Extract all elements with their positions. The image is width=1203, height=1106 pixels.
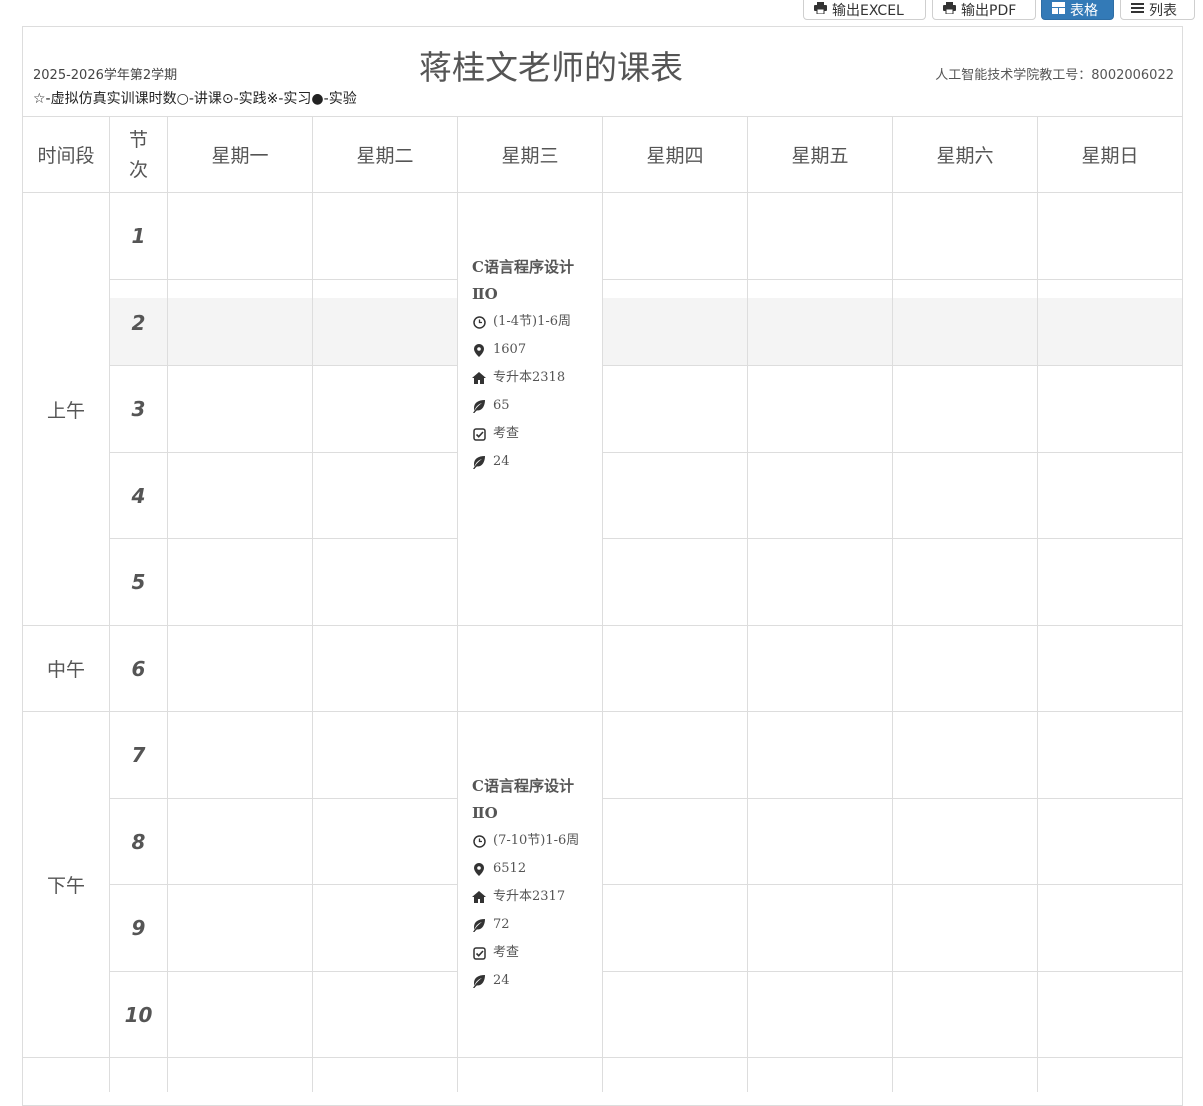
grid-line <box>602 116 603 1092</box>
map-marker-icon <box>472 862 486 876</box>
period-number: 1 <box>131 224 146 248</box>
course-time: (1-4节)1-6周 <box>458 308 602 336</box>
legend-text: ☆-虚拟仿真实训课时数○-讲课⊙-实践※-实习●-实验 <box>33 91 357 107</box>
header-day: 星期一 <box>211 145 269 167</box>
check-square-icon <box>472 946 486 960</box>
export-pdf-button[interactable]: 输出PDF <box>932 0 1036 20</box>
course-hours-text: 24 <box>493 973 510 988</box>
course-card[interactable]: C语言程序设计ⅡO (7-10节)1-6周 6512 专升本2317 72 考查… <box>458 712 602 1057</box>
period-number: 9 <box>131 916 146 940</box>
period-number: 5 <box>131 570 146 594</box>
period-number: 3 <box>131 397 146 421</box>
export-pdf-label: 输出PDF <box>961 3 1017 19</box>
clock-icon <box>472 315 486 329</box>
course-students: 65 <box>458 392 602 420</box>
list-view-button[interactable]: 列表 <box>1120 0 1195 20</box>
grid-line <box>109 971 1183 972</box>
export-excel-label: 输出EXCEL <box>832 3 904 19</box>
course-assessment-text: 考查 <box>493 945 520 960</box>
header-time-slot: 时间段 <box>37 145 95 167</box>
header-period-label: 节次 <box>128 128 148 181</box>
period-number: 10 <box>124 1002 153 1027</box>
period-number: 4 <box>131 483 146 508</box>
home-icon <box>472 890 486 904</box>
period-number: 7 <box>131 743 146 767</box>
header-day: 星期五 <box>791 145 849 167</box>
table-view-label: 表格 <box>1070 3 1098 19</box>
course-assessment-text: 考查 <box>493 426 520 441</box>
leaf-icon <box>472 455 486 469</box>
course-students-text: 72 <box>493 917 510 932</box>
header-day: 星期日 <box>1081 145 1139 167</box>
course-students: 72 <box>458 911 602 939</box>
grid-line <box>109 798 1183 799</box>
list-view-label: 列表 <box>1149 3 1177 19</box>
grid-line <box>109 884 1183 885</box>
header-day: 星期二 <box>356 145 414 167</box>
period-number: 2 <box>131 310 146 335</box>
course-hours: 24 <box>458 967 602 995</box>
course-name: C语言程序设计ⅡO <box>472 258 574 303</box>
course-time-text: (7-10节)1-6周 <box>493 833 580 848</box>
highlighted-row <box>110 298 1182 365</box>
map-marker-icon <box>472 343 486 357</box>
course-card[interactable]: C语言程序设计ⅡO (1-4节)1-6周 1607 专升本2318 65 考查 … <box>458 193 602 539</box>
course-time-text: (1-4节)1-6周 <box>493 314 572 329</box>
printer-icon <box>814 2 827 18</box>
grid-line <box>109 538 1183 539</box>
course-room-text: 1607 <box>493 342 527 357</box>
period-number: 8 <box>131 829 146 854</box>
grid-line <box>747 116 748 1092</box>
course-room: 6512 <box>458 855 602 883</box>
grid-line <box>109 452 1183 453</box>
course-class: 专升本2317 <box>458 883 602 911</box>
course-assessment: 考查 <box>458 420 602 448</box>
slot-afternoon: 下午 <box>46 875 85 897</box>
grid-line <box>109 116 110 1092</box>
slot-morning: 上午 <box>46 399 85 422</box>
grid-icon <box>1052 2 1065 18</box>
leaf-icon <box>472 399 486 413</box>
grid-line <box>312 116 313 1092</box>
page-title: 蒋桂文老师的课表 <box>419 48 683 87</box>
table-view-button[interactable]: 表格 <box>1041 0 1114 20</box>
home-icon <box>472 371 486 385</box>
grid-line <box>109 279 1183 280</box>
header-day: 星期三 <box>501 145 559 167</box>
course-class-text: 专升本2318 <box>493 370 566 385</box>
check-square-icon <box>472 427 486 441</box>
grid-line <box>22 116 23 1092</box>
grid-line <box>1182 116 1183 1092</box>
department-info: 人工智能技术学院教工号：8002006022 <box>935 68 1174 83</box>
course-class: 专升本2318 <box>458 364 602 392</box>
course-students-text: 65 <box>493 398 510 413</box>
course-room-text: 6512 <box>493 861 527 876</box>
header-day: 星期六 <box>936 145 994 167</box>
leaf-icon <box>472 918 486 932</box>
header-period: 节次 <box>110 117 167 192</box>
slot-noon: 中午 <box>46 659 85 681</box>
printer-icon <box>943 2 956 18</box>
grid-line <box>109 365 1183 366</box>
course-room: 1607 <box>458 336 602 364</box>
toolbar: 输出EXCEL 输出PDF 表格 列表 <box>0 0 1203 22</box>
header-day: 星期四 <box>646 145 704 167</box>
course-class-text: 专升本2317 <box>493 889 566 904</box>
course-name: C语言程序设计ⅡO <box>472 777 574 822</box>
grid-line <box>167 116 168 1092</box>
clock-icon <box>472 834 486 848</box>
grid-line <box>1037 116 1038 1092</box>
course-time: (7-10节)1-6周 <box>458 827 602 855</box>
period-number: 6 <box>131 656 146 681</box>
course-hours: 24 <box>458 448 602 476</box>
course-hours-text: 24 <box>493 454 510 469</box>
list-icon <box>1131 2 1144 18</box>
course-assessment: 考查 <box>458 939 602 967</box>
semester-label: 2025-2026学年第2学期 <box>33 68 178 83</box>
export-excel-button[interactable]: 输出EXCEL <box>803 0 926 20</box>
leaf-icon <box>472 974 486 988</box>
grid-line <box>892 116 893 1092</box>
